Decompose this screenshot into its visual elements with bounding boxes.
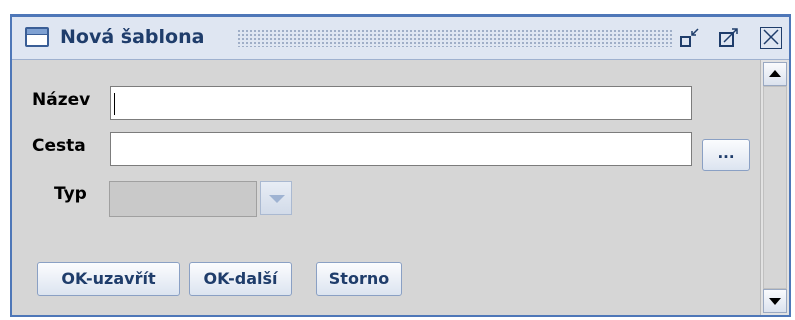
path-label: Cesta	[32, 136, 86, 156]
window-icon	[25, 27, 49, 47]
browse-button[interactable]: ...	[702, 139, 750, 171]
type-select[interactable]	[109, 181, 257, 217]
ok-close-button[interactable]: OK-uzavřít	[37, 262, 180, 296]
name-label: Název	[32, 90, 91, 110]
title-bar[interactable]: Nová šablona	[12, 17, 789, 60]
text-caret	[114, 93, 115, 115]
scroll-track[interactable]	[763, 86, 787, 289]
close-icon[interactable]	[760, 27, 782, 49]
cancel-button[interactable]: Storno	[316, 262, 402, 296]
maximize-icon[interactable]	[717, 26, 741, 50]
iconify-icon[interactable]	[678, 26, 702, 50]
internal-frame: Nová šablona Název Cesta ... Typ OK-uzav…	[10, 14, 791, 317]
chevron-down-icon[interactable]	[260, 181, 292, 215]
scroll-down-icon[interactable]	[763, 289, 787, 313]
window-title: Nová šablona	[60, 26, 205, 48]
name-input[interactable]	[110, 86, 692, 120]
scroll-up-icon[interactable]	[763, 62, 787, 86]
ok-next-button[interactable]: OK-další	[189, 262, 292, 296]
path-input[interactable]	[110, 132, 692, 166]
dialog-content: Název Cesta ... Typ OK-uzavřít OK-další …	[12, 60, 789, 315]
vertical-scrollbar[interactable]	[760, 60, 789, 315]
title-bar-grip	[237, 29, 672, 47]
type-label: Typ	[54, 184, 87, 204]
